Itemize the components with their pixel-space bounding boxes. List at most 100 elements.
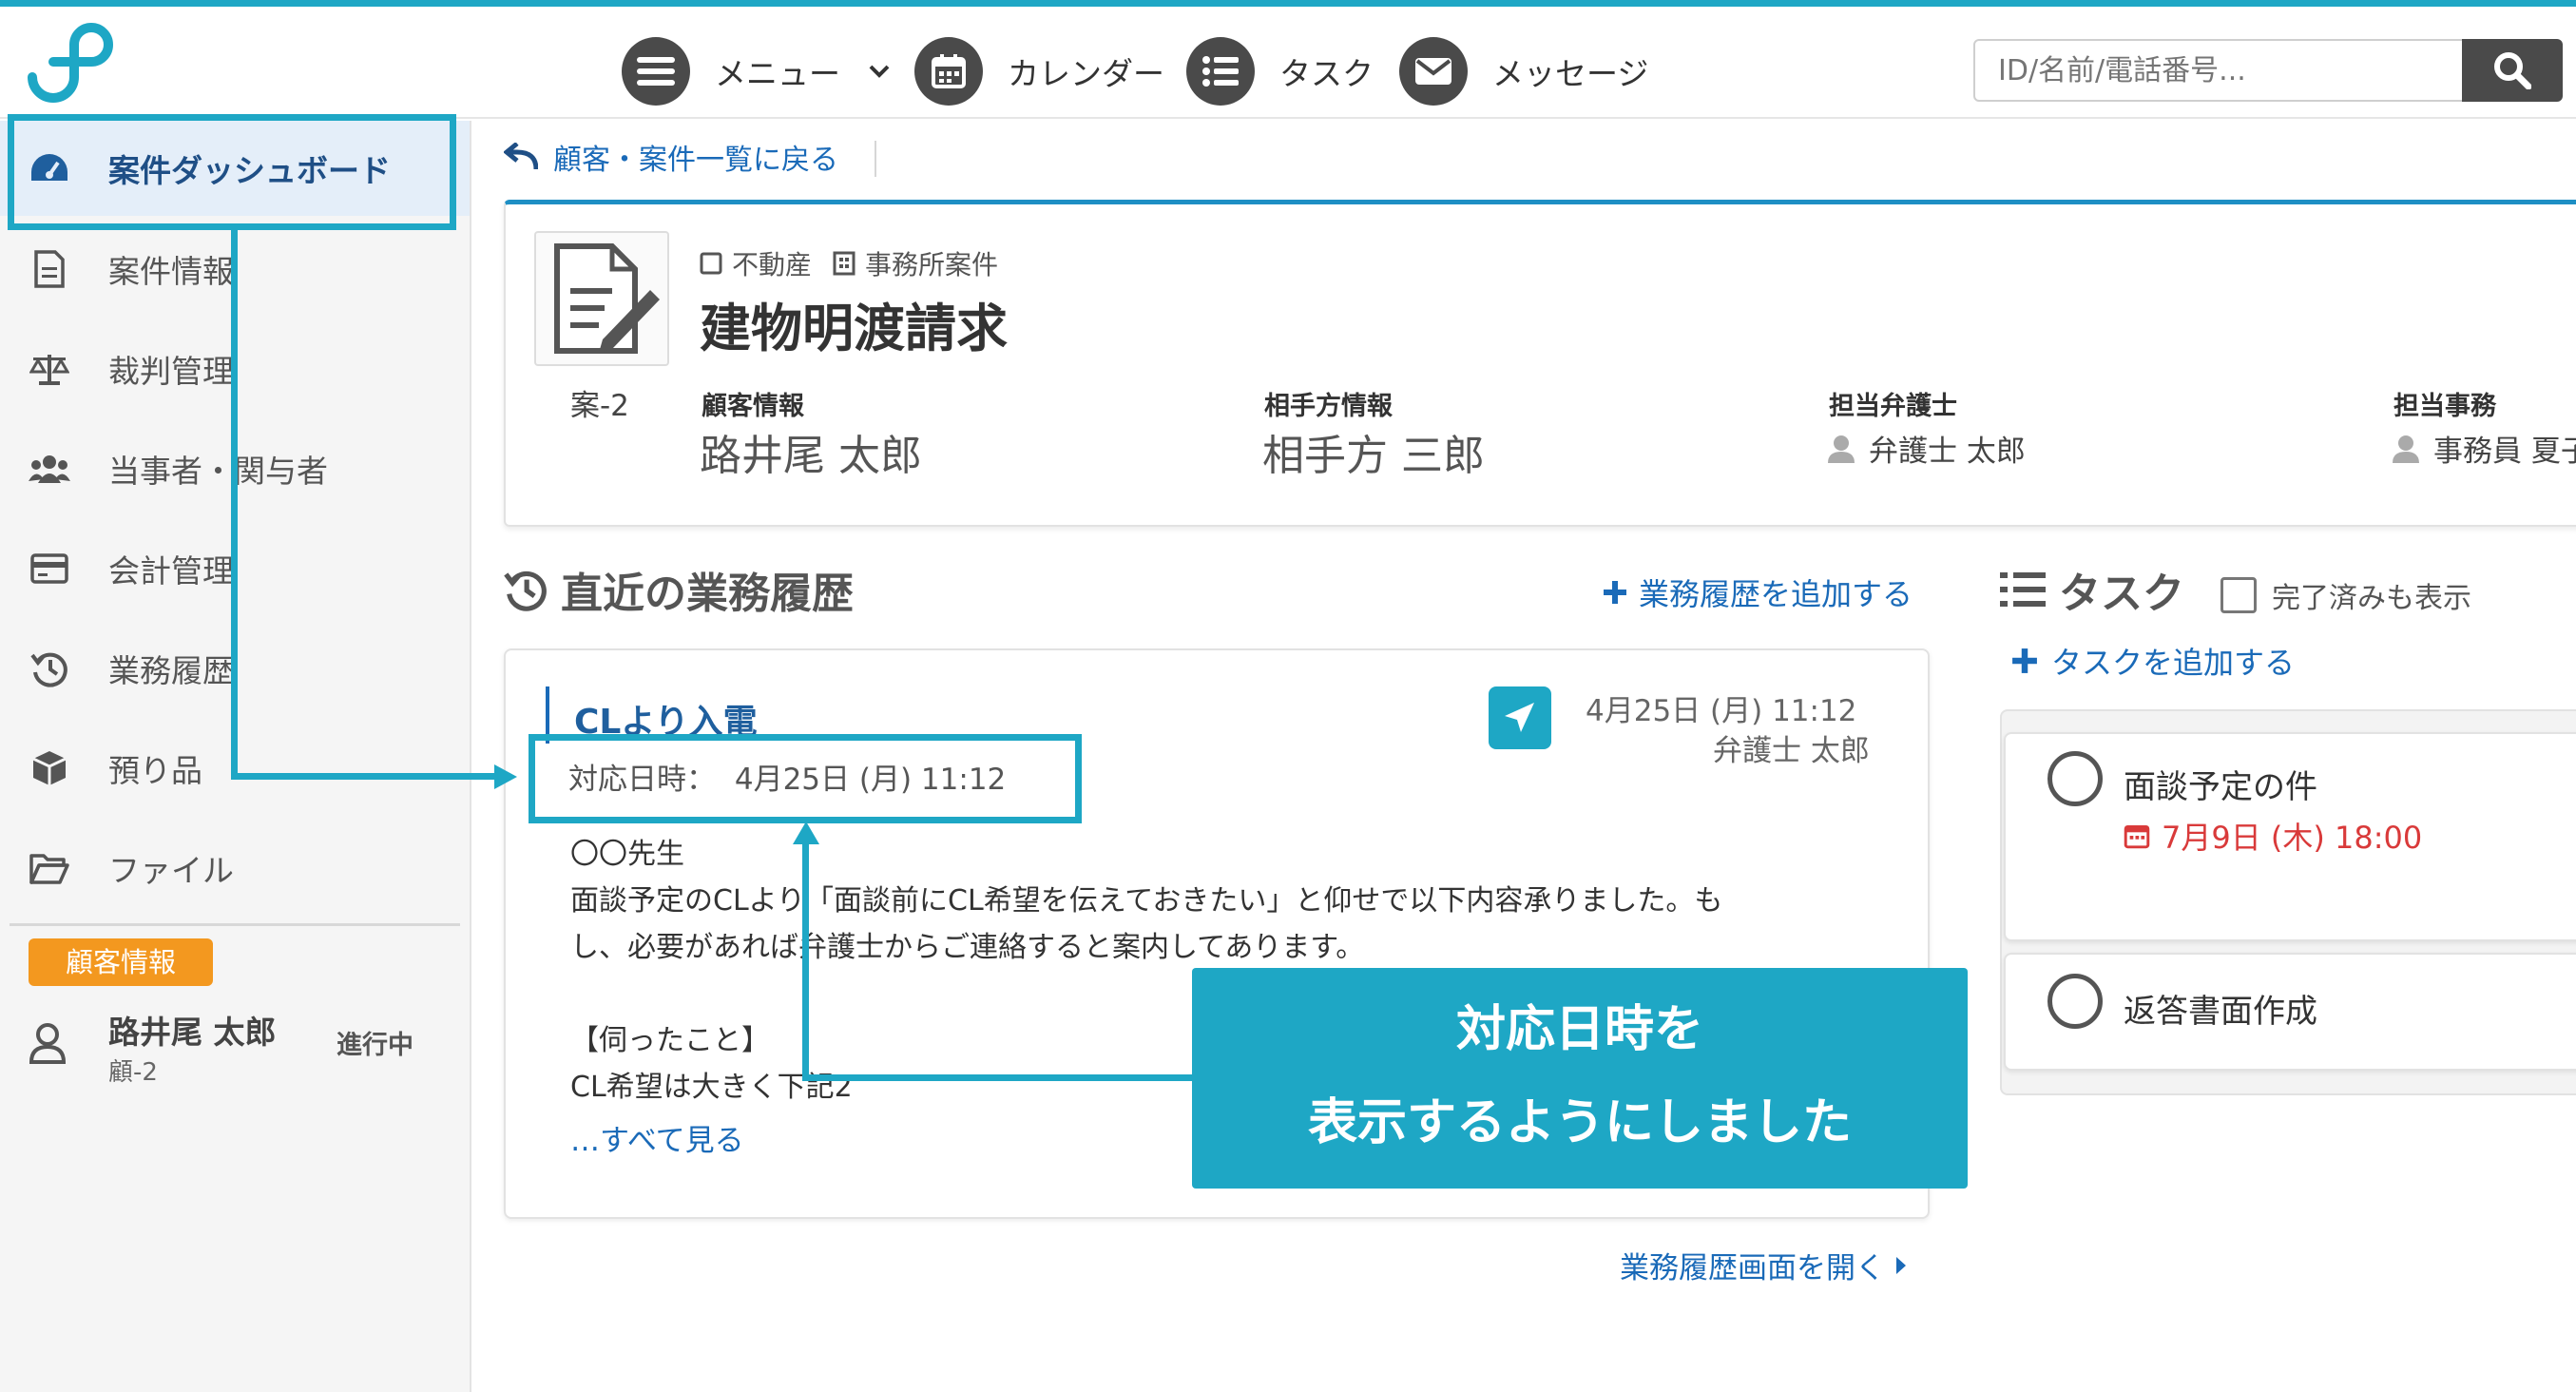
nav-message[interactable]: メッセージ [1399,37,1648,106]
plus-icon [1604,581,1626,604]
calendar-icon [914,37,983,106]
breadcrumb[interactable]: 顧客・案件一覧に戻る [504,133,838,181]
callout-box: 対応日時を 表示するようにしました [1192,968,1968,1189]
sidebar-item-label: 会計管理 [108,552,234,590]
breadcrumb-label: 顧客・案件一覧に戻る [553,144,838,177]
sidebar-divider [10,923,460,926]
search-icon [2494,52,2531,89]
body-line: し、必要があれば弁護士からご連絡すると案内してあります。 [570,931,1365,964]
case-id: 案-2 [570,389,629,423]
show-done-toggle[interactable]: 完了済みも表示 [2220,574,2471,616]
scale-icon [29,348,70,390]
task-item[interactable]: 返答書面作成 [2004,953,2576,1071]
lawyer-label: 担当弁護士 [1829,392,1957,421]
tag-icon [700,252,722,275]
search-input[interactable] [1973,39,2464,102]
client-status: 進行中 [336,1031,413,1060]
folder-icon [29,847,70,889]
staff-name: 事務員 夏子 [2433,435,2576,469]
open-history-label: 業務履歴画面を開く [1620,1251,1885,1286]
highlight-box-dashboard [8,114,456,230]
connector-line [231,773,497,780]
callout-line2: 表示するようにしました [1307,1094,1852,1151]
task-title-text: タスク [2059,570,2184,618]
credit-card-icon [29,548,70,590]
nav-calendar-label: カレンダー [1008,55,1164,92]
connector-line [231,230,238,780]
sidebar-item-files[interactable]: ファイル [0,821,470,916]
body-line: 〇〇先生 [570,838,684,871]
case-header-card: 案-2 不動産 事務所案件 建物明渡請求 顧客情報 路井尾 太郎 相手方情報 相… [504,200,2576,527]
top-accent-line [0,0,2576,7]
back-arrow-icon [504,143,538,170]
top-navigation-bar: メニュー カレンダー タスク メッセージ [0,7,2576,119]
case-tags: 不動産 事務所案件 [700,244,998,282]
app-logo[interactable] [23,20,118,115]
lawyer-value: 弁護士 太郎 [1827,427,2026,470]
client-info-badge: 顧客情報 [29,938,213,986]
sidebar-item-label: 案件情報 [108,253,234,290]
add-history-label: 業務履歴を追加する [1639,576,1913,612]
task-title: 返答書面作成 [2124,993,2317,1031]
person-icon [2393,435,2419,463]
sidebar-item-label: 当事者・関与者 [108,453,328,490]
sidebar-item-label: 業務履歴 [108,652,234,689]
history-icon [29,648,70,689]
chevron-down-icon [869,65,890,78]
nav-task-label: タスク [1279,55,1374,92]
calendar-icon [2124,824,2150,849]
add-task-label: タスクを追加する [2051,645,2296,681]
plus-icon [2012,648,2037,673]
list-icon [1186,37,1255,106]
tag-category: 不動産 [732,249,813,280]
connector-line [802,842,809,1080]
document-icon [29,248,70,290]
client-link[interactable]: 路井尾 太郎 顧-2 進行中 [0,996,470,1110]
list-icon [2000,572,2046,607]
nav-calendar[interactable]: カレンダー [914,37,1164,106]
nav-menu[interactable]: メニュー [622,37,890,106]
add-task-link[interactable]: タスクを追加する [2011,639,2295,683]
case-document-icon [534,231,669,366]
task-due: 7月9日 (木) 18:00 [2124,814,2422,858]
open-history-link[interactable]: 業務履歴画面を開く [1620,1244,1908,1286]
task-section-title: タスク [2000,559,2184,620]
client-info-label: 顧客情報 [702,392,804,421]
box-icon [29,747,70,789]
case-title: 建物明渡請求 [700,299,1008,358]
nav-task[interactable]: タスク [1186,37,1374,106]
show-done-checkbox[interactable] [2220,577,2257,613]
user-icon [29,1022,67,1068]
arrow-head-right [494,764,517,789]
send-icon[interactable] [1489,686,1551,749]
person-icon [1828,435,1855,463]
add-history-link[interactable]: 業務履歴を追加する [1603,570,1913,614]
task-title: 面談予定の件 [2124,768,2317,806]
sidebar-item-label: 預り品 [108,752,202,789]
caret-right-icon [1896,1256,1906,1274]
task-item[interactable]: 面談予定の件 7月9日 (木) 18:00 [2004,732,2576,941]
client-info-value[interactable]: 路井尾 太郎 [700,421,922,482]
see-all-link[interactable]: …すべて見る [570,1116,744,1159]
lawyer-name: 弁護士 太郎 [1869,435,2026,469]
envelope-icon [1399,37,1468,106]
client-name: 路井尾 太郎 [108,1014,277,1051]
history-title-text: 直近の業務履歴 [561,570,854,618]
body-line: 面談予定のCLより「面談前にCL希望を伝えておきたい」と仰せで以下内容承りました… [570,884,1723,918]
entry-author: 弁護士 太郎 [1713,734,1870,768]
sidebar-item-label: ファイル [108,852,234,889]
opponent-info-value[interactable]: 相手方 三郎 [1262,421,1485,482]
task-complete-checkbox[interactable] [2047,751,2103,806]
arrow-head-up [793,822,819,844]
staff-label: 担当事務 [2393,392,2496,421]
tag-office: 事務所案件 [865,249,999,280]
callout-line1: 対応日時を [1455,1001,1703,1058]
menu-icon [622,37,690,106]
show-done-label: 完了済みも表示 [2272,582,2471,615]
sidebar-item-label: 裁判管理 [108,353,234,390]
highlight-box-datetime [529,734,1082,823]
building-icon [833,251,855,276]
search-button[interactable] [2462,39,2563,102]
task-complete-checbox[interactable] [2047,974,2103,1029]
connector-line [802,1074,1194,1081]
